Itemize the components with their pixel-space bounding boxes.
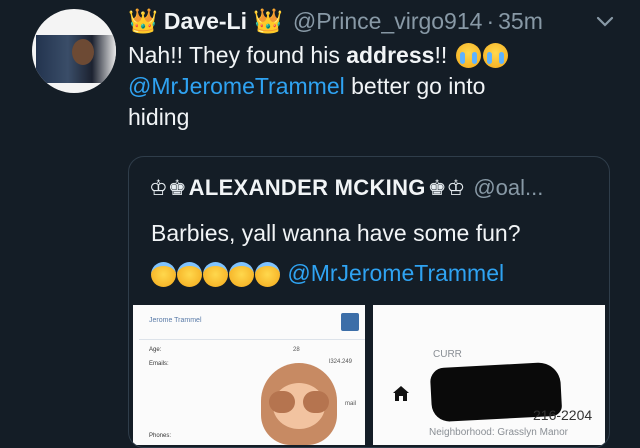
tweet-text-bold: address (346, 42, 435, 68)
quoted-tweet-text: Barbies, yall wanna have some fun? @MrJe… (151, 213, 591, 299)
phone-fragment: 216-2204 (533, 407, 593, 423)
avatar-face (72, 39, 94, 65)
quoted-user-handle[interactable]: @oal... (473, 175, 543, 201)
loudly-crying-face-icon (455, 43, 481, 68)
avatar[interactable] (32, 9, 116, 93)
tweet-text-part: hiding (128, 104, 190, 130)
loudly-crying-face-icon (482, 43, 508, 68)
crown-icon: 👑 (128, 7, 158, 35)
mention-link[interactable]: @MrJeromeTrammel (287, 260, 504, 286)
attached-image-address[interactable]: CURR 216-2204 Neighborhood: Grasslyn Man… (373, 305, 605, 445)
mention-link[interactable]: @MrJeromeTrammel (128, 73, 345, 99)
current-label: CURR (433, 349, 462, 360)
email-fragment: mail (345, 401, 357, 407)
smiling-face-with-halo-icon (229, 262, 254, 287)
smiling-face-with-halo-icon (255, 262, 280, 287)
attached-image-profile[interactable]: Jerome Trammel Age: 28 Emails: l324.249 … (133, 305, 365, 445)
age-value: 28 (293, 347, 300, 353)
emails-label: Emails: (149, 361, 169, 367)
chevron-down-icon[interactable] (592, 8, 618, 34)
quoted-text-line: Barbies, yall wanna have some fun? (151, 220, 521, 246)
display-name[interactable]: Dave-Li (164, 8, 247, 35)
phones-label: Phones: (149, 433, 172, 439)
quoted-tweet-header: ♔♚ ALEXANDER MCKING ♚♔ @oal... (149, 171, 543, 205)
tweet-text-part: Nah!! They found his (128, 42, 347, 68)
tweet-text-part: !! (434, 42, 448, 68)
divider (139, 339, 365, 340)
chess-symbols-icon: ♔♚ (149, 176, 187, 200)
tweet-text-part: better go into (344, 73, 486, 99)
separator-dot: · (486, 7, 495, 34)
monkey-hand (303, 391, 329, 413)
age-label: Age: (149, 347, 162, 353)
profile-name: Jerome Trammel (149, 317, 202, 324)
tweet-timestamp[interactable]: 35m (498, 8, 543, 35)
monkey-hand (269, 391, 295, 413)
quoted-display-name[interactable]: ALEXANDER MCKING (189, 175, 426, 201)
smiling-face-with-halo-icon (177, 262, 202, 287)
neighborhood-text: Neighborhood: Grasslyn Manor (429, 427, 568, 438)
see-no-evil-monkey-icon (261, 363, 337, 445)
smiling-face-with-halo-icon (203, 262, 228, 287)
home-icon (393, 386, 409, 401)
smiling-face-with-halo-icon (151, 262, 176, 287)
crown-icon: 👑 (252, 7, 283, 35)
halo-emoji-row (151, 259, 281, 299)
tweet-text: Nah!! They found his address!! @MrJerome… (128, 40, 618, 133)
chess-symbols-icon: ♚♔ (427, 176, 466, 200)
profile-action-button (341, 313, 359, 331)
emails-value: l324.249 (329, 359, 353, 365)
tweet-header: 👑 Dave-Li 👑 @Prince_virgo914 · 35m (128, 4, 618, 38)
quoted-tweet-card[interactable]: ♔♚ ALEXANDER MCKING ♚♔ @oal... Barbies, … (128, 156, 610, 448)
user-handle[interactable]: @Prince_virgo914 (293, 8, 483, 35)
